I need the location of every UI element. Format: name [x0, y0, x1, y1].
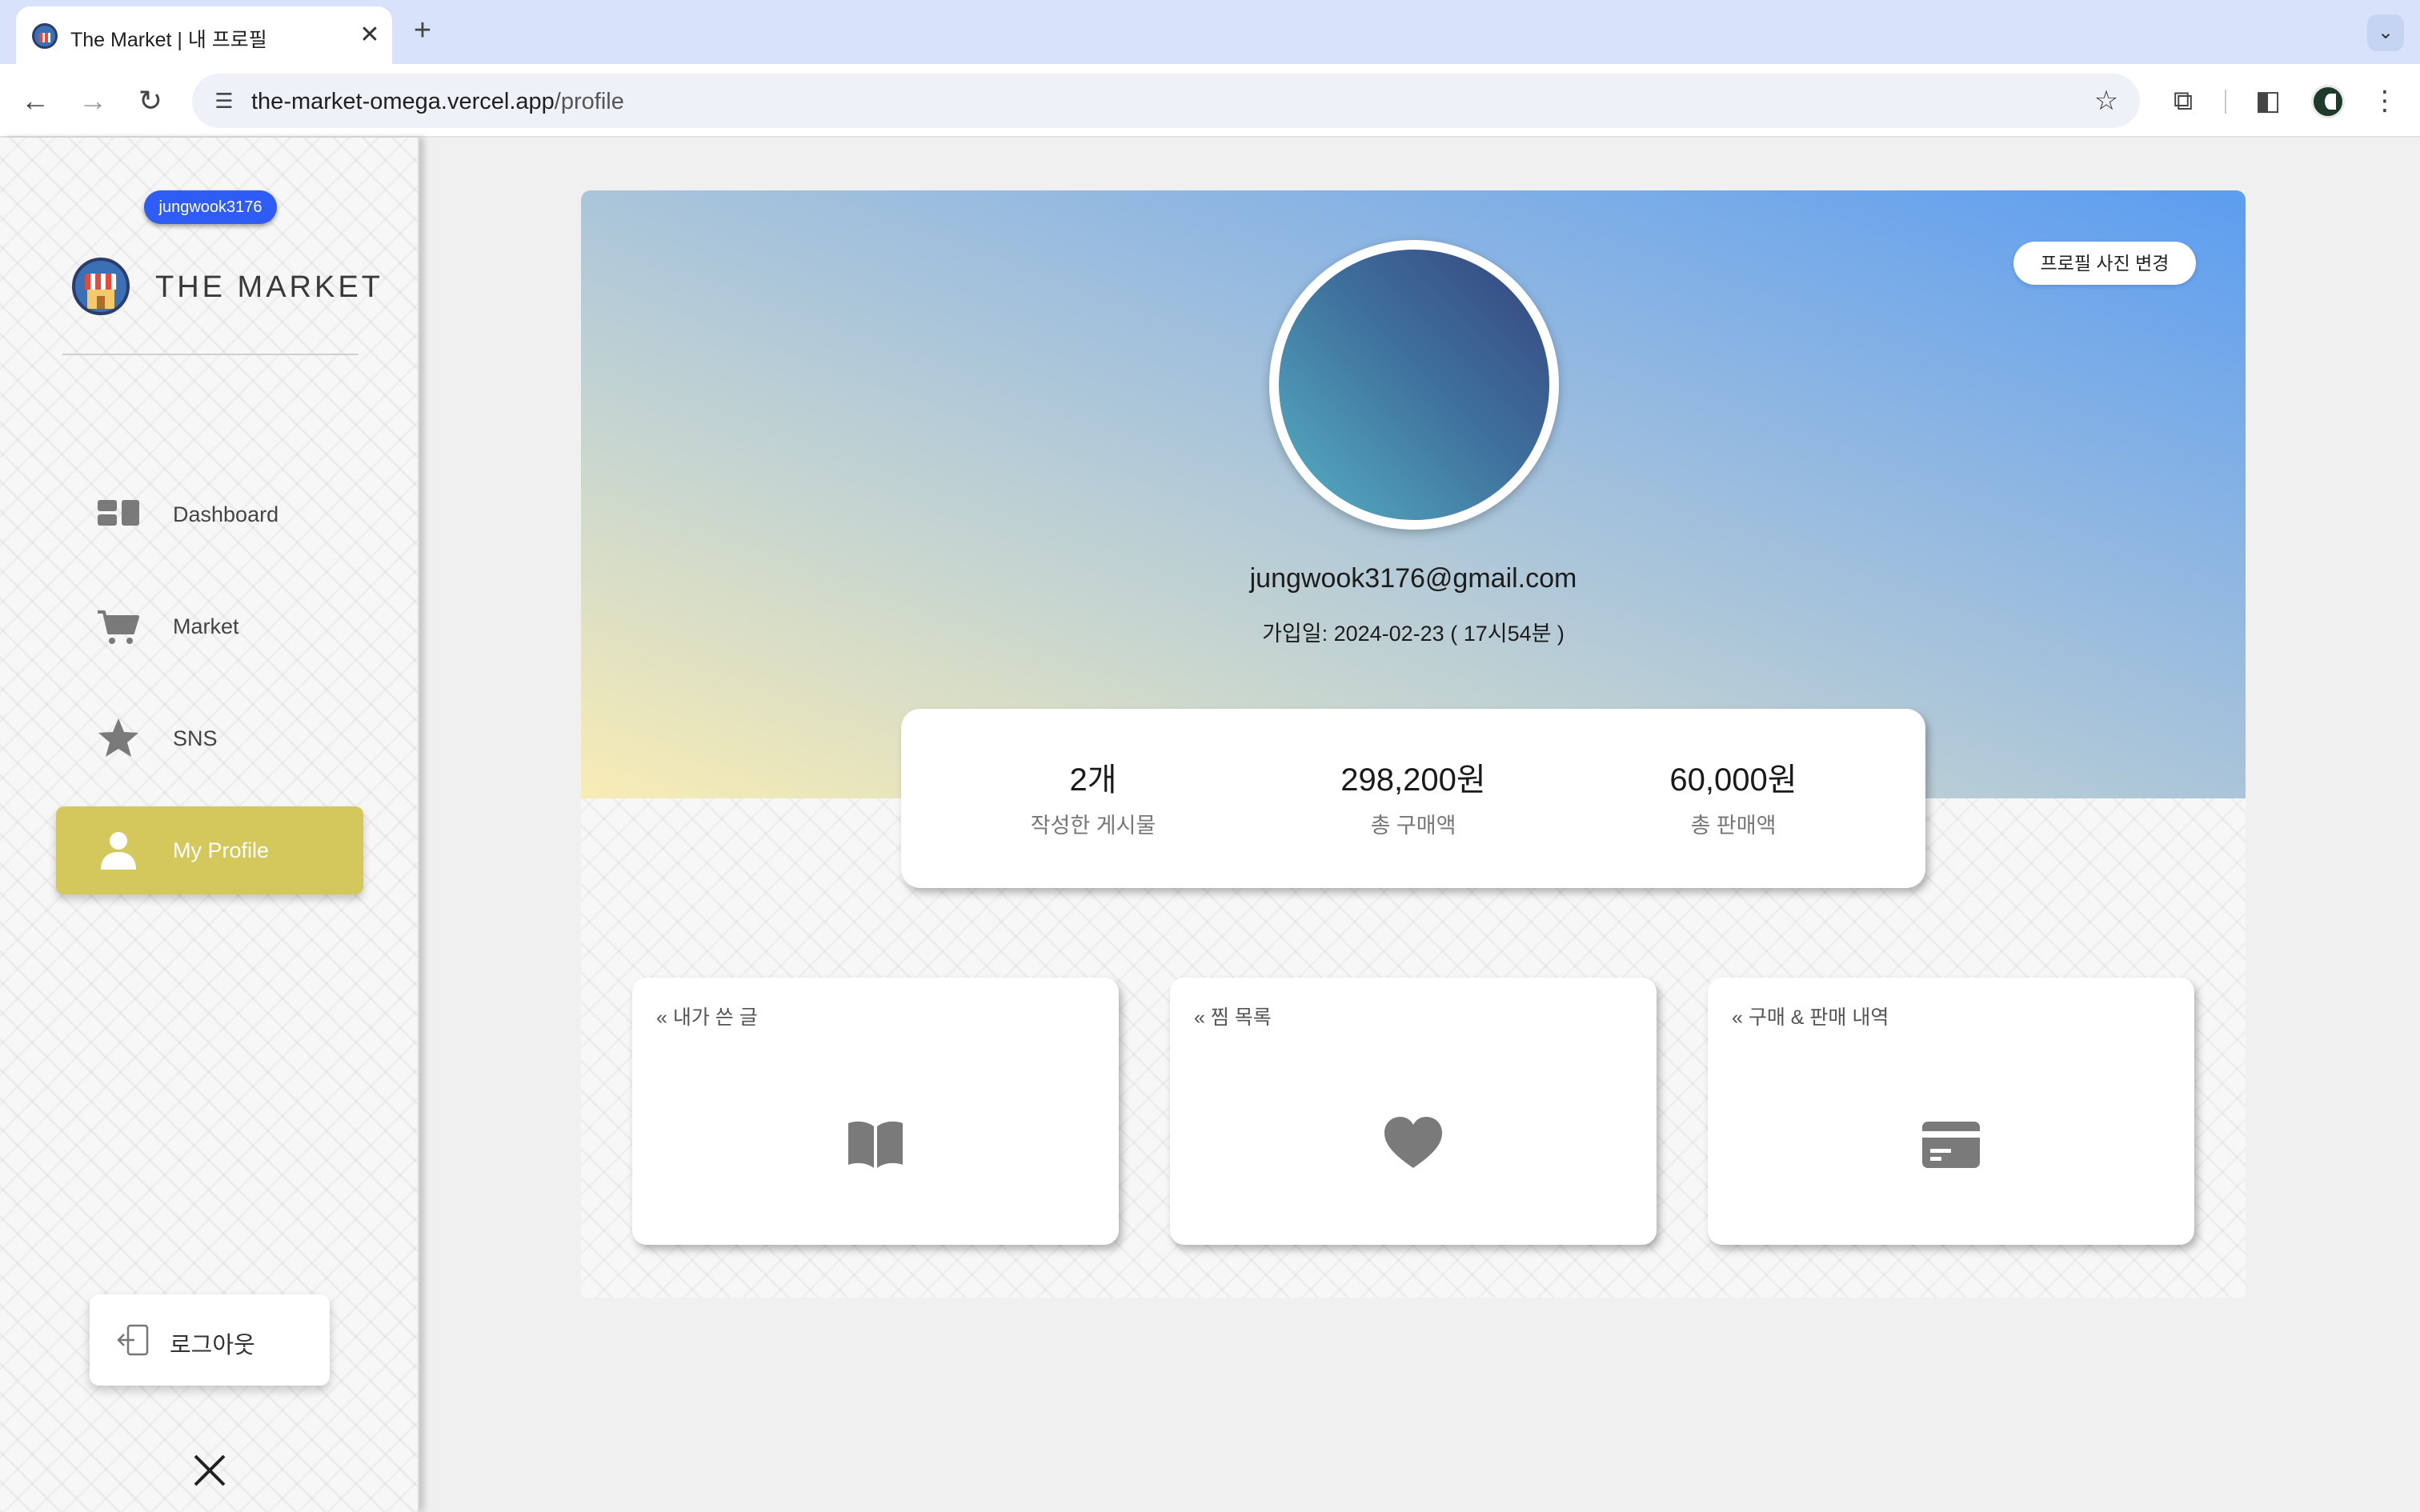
stat-label: 작성한 게시물 — [1030, 814, 1156, 838]
reload-icon[interactable]: ↻ — [131, 82, 170, 120]
sidebar: jungwook3176 THE MARKET Dashboard Market… — [0, 138, 419, 1512]
my-posts-card[interactable]: « 내가 쓴 글 — [632, 978, 1119, 1245]
tab-search-chevron-icon[interactable]: ⌄ — [2367, 14, 2404, 51]
logout-button[interactable]: 로그아웃 — [90, 1294, 330, 1386]
extensions-puzzle-icon[interactable]: ⧉ — [2164, 82, 2202, 120]
close-sidebar-icon[interactable] — [189, 1450, 230, 1491]
sidebar-item-label: My Profile — [173, 838, 270, 862]
profile-panel: 프로필 사진 변경 jungwook3176@gmail.com 가입일: 20… — [581, 190, 2246, 1298]
user-email: jungwook3176@gmail.com — [1249, 563, 1577, 594]
browser-tab-strip: The Market | 내 프로필 ✕ + ⌄ — [0, 0, 2420, 64]
star-icon — [98, 718, 138, 757]
side-panel-icon[interactable]: ◧ — [2249, 82, 2287, 120]
sidebar-item-dashboard[interactable]: Dashboard — [56, 470, 363, 558]
logout-label: 로그아웃 — [170, 1333, 255, 1358]
purchase-sales-history-card[interactable]: « 구매 & 판매 내역 — [1708, 978, 2194, 1245]
sidebar-item-label: SNS — [173, 726, 218, 750]
username-badge: jungwook3176 — [144, 190, 277, 224]
browser-tab-active[interactable]: The Market | 내 프로필 ✕ — [16, 6, 392, 64]
stat-label: 총 구매액 — [1370, 814, 1456, 838]
sidebar-item-sns[interactable]: SNS — [56, 694, 363, 782]
sidebar-item-label: Market — [173, 614, 239, 638]
menu-card-title: « 내가 쓴 글 — [656, 1006, 758, 1029]
dashboard-icon — [98, 500, 139, 526]
new-tab-button[interactable]: + — [407, 14, 439, 46]
the-market-favicon-icon — [32, 23, 58, 49]
join-date: 가입일: 2024-02-23 ( 17시54분 ) — [1262, 622, 1565, 646]
sidebar-item-my-profile[interactable]: My Profile — [56, 806, 363, 894]
back-arrow-icon[interactable]: ← — [16, 82, 54, 120]
credit-card-icon — [1922, 1122, 1980, 1168]
stat-value: 298,200원 — [1340, 762, 1486, 798]
market-logo-icon — [72, 258, 130, 315]
menu-card-title: « 구매 & 판매 내역 — [1732, 1006, 1889, 1029]
profile-avatar — [1269, 240, 1559, 530]
url-path: /profile — [554, 89, 624, 114]
stat-value: 2개 — [1069, 762, 1117, 798]
site-info-icon[interactable]: ☰ — [208, 85, 240, 117]
stat-label: 총 판매액 — [1690, 814, 1777, 838]
logout-icon — [117, 1324, 149, 1356]
change-photo-button[interactable]: 프로필 사진 변경 — [2013, 242, 2196, 285]
stat-total-sales: 60,000원 총 판매액 — [1573, 709, 1893, 888]
cart-icon — [98, 610, 139, 644]
url-text[interactable]: the-market-omega.vercel.app/profile — [251, 89, 624, 115]
browser-toolbar: ← → ↻ ☰ the-market-omega.vercel.app/prof… — [0, 64, 2420, 138]
tab-title: The Market | 내 프로필 — [70, 29, 267, 51]
stat-total-purchase: 298,200원 총 구매액 — [1253, 709, 1573, 888]
browser-profile-avatar[interactable] — [2311, 85, 2345, 118]
url-host: the-market-omega.vercel.app — [251, 89, 555, 114]
sidebar-item-label: Dashboard — [173, 502, 279, 526]
profile-banner: 프로필 사진 변경 jungwook3176@gmail.com 가입일: 20… — [581, 190, 2246, 798]
menu-card-title: « 찜 목록 — [1194, 1006, 1272, 1029]
stat-value: 60,000원 — [1669, 762, 1797, 798]
forward-arrow-icon[interactable]: → — [74, 82, 112, 120]
toolbar-divider — [2225, 90, 2226, 114]
sidebar-divider — [62, 354, 359, 355]
close-tab-icon[interactable]: ✕ — [355, 21, 384, 50]
person-icon — [101, 832, 136, 870]
wishlist-card[interactable]: « 찜 목록 — [1170, 978, 1657, 1245]
sidebar-item-market[interactable]: Market — [56, 582, 363, 670]
book-icon — [848, 1121, 903, 1168]
address-bar[interactable]: ☰ the-market-omega.vercel.app/profile ☆ — [192, 74, 2140, 128]
stats-card: 2개 작성한 게시물 298,200원 총 구매액 60,000원 총 판매액 — [901, 709, 1925, 888]
logo-text: THE MARKET — [155, 270, 383, 304]
bookmark-star-icon[interactable]: ☆ — [2089, 83, 2124, 118]
stat-posts: 2개 작성한 게시물 — [933, 709, 1253, 888]
more-menu-icon[interactable]: ⋮ — [2366, 82, 2404, 120]
heart-icon — [1384, 1117, 1442, 1168]
